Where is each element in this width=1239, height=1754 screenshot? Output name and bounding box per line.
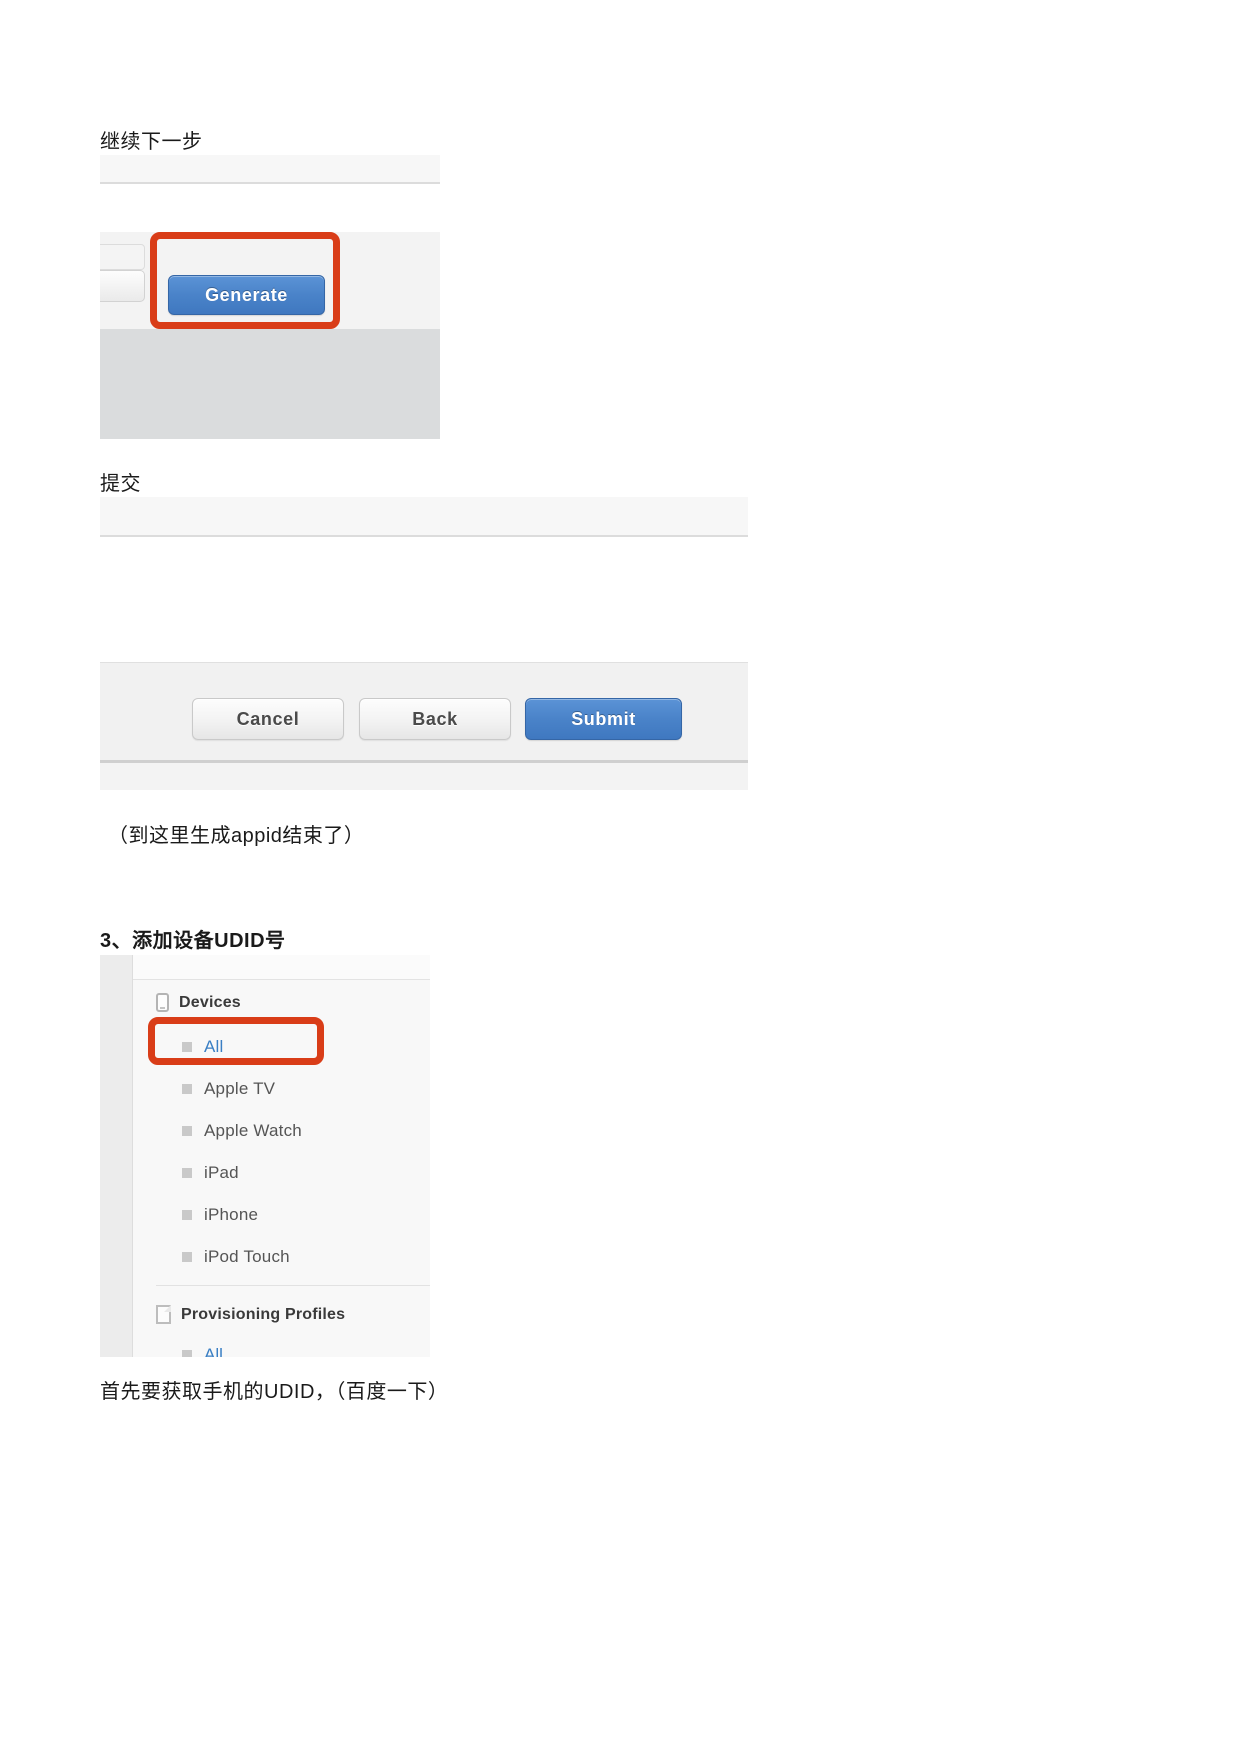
sidebar-item-label: Apple TV — [204, 1079, 276, 1098]
devices-sidebar-screenshot: Devices All Apple TV Apple Watch iPad iP… — [100, 955, 430, 1357]
generate-panel: Generate — [100, 232, 440, 329]
udid-section-heading: 3、添加设备UDID号 — [100, 930, 286, 952]
cropped-control-b — [100, 270, 145, 302]
sidebar-item-apple-watch[interactable]: Apple Watch — [182, 1121, 302, 1141]
document-page: 继续下一步 Generate 提交 Cancel Back Submit （到这… — [0, 0, 1239, 1754]
sidebar-item-label: iPhone — [204, 1205, 259, 1224]
sidebar-item-ipad[interactable]: iPad — [182, 1163, 239, 1183]
footer-tail — [100, 763, 748, 790]
sidebar-item-label: All — [204, 1037, 224, 1056]
submit-button[interactable]: Submit — [525, 698, 682, 740]
phone-icon — [156, 993, 169, 1012]
bullet-icon — [182, 1350, 192, 1357]
bullet-icon — [182, 1042, 192, 1052]
continue-step-label: 继续下一步 — [100, 131, 203, 153]
sidebar-item-iphone[interactable]: iPhone — [182, 1205, 258, 1225]
bullet-icon — [182, 1084, 192, 1094]
sidebar-item-label: All — [204, 1345, 223, 1357]
bullet-icon — [182, 1252, 192, 1262]
generate-panel-footer — [100, 329, 440, 439]
sidebar-item-label: Apple Watch — [204, 1121, 302, 1140]
generate-button[interactable]: Generate — [168, 275, 325, 315]
sidebar-item-label: iPod Touch — [204, 1247, 290, 1266]
udid-instruction-note: 首先要获取手机的UDID，（百度一下） — [100, 1381, 449, 1403]
sidebar-item-all[interactable]: All — [182, 1037, 224, 1057]
document-icon — [156, 1305, 171, 1324]
cropped-control-a — [100, 244, 145, 270]
appid-complete-note: （到这里生成appid结束了） — [108, 825, 365, 847]
bullet-icon — [182, 1168, 192, 1178]
sidebar-item-apple-tv[interactable]: Apple TV — [182, 1079, 275, 1099]
sidebar-top-gap — [133, 955, 430, 980]
devices-group-title: Devices — [179, 993, 241, 1011]
form-footer-bar: Cancel Back Submit — [100, 662, 748, 761]
cancel-button[interactable]: Cancel — [192, 698, 344, 740]
profiles-group-title: Provisioning Profiles — [181, 1305, 346, 1323]
bullet-icon — [182, 1210, 192, 1220]
back-button[interactable]: Back — [359, 698, 511, 740]
submit-step-label: 提交 — [100, 473, 141, 495]
sidebar-rail — [100, 955, 133, 1357]
sidebar-item-ipod-touch[interactable]: iPod Touch — [182, 1247, 290, 1267]
sidebar-body — [133, 955, 430, 1357]
form-footer-screenshot: Cancel Back Submit — [100, 662, 748, 790]
bullet-icon — [182, 1126, 192, 1136]
sidebar-item-profiles-all[interactable]: All — [182, 1345, 223, 1357]
screenshot-strip-top — [100, 155, 440, 184]
sidebar-group-divider — [156, 1285, 430, 1286]
devices-group-header: Devices — [156, 993, 241, 1012]
screenshot-strip-middle — [100, 497, 748, 537]
generate-screenshot: Generate — [100, 232, 440, 439]
profiles-group-header: Provisioning Profiles — [156, 1305, 345, 1324]
sidebar-item-label: iPad — [204, 1163, 239, 1182]
